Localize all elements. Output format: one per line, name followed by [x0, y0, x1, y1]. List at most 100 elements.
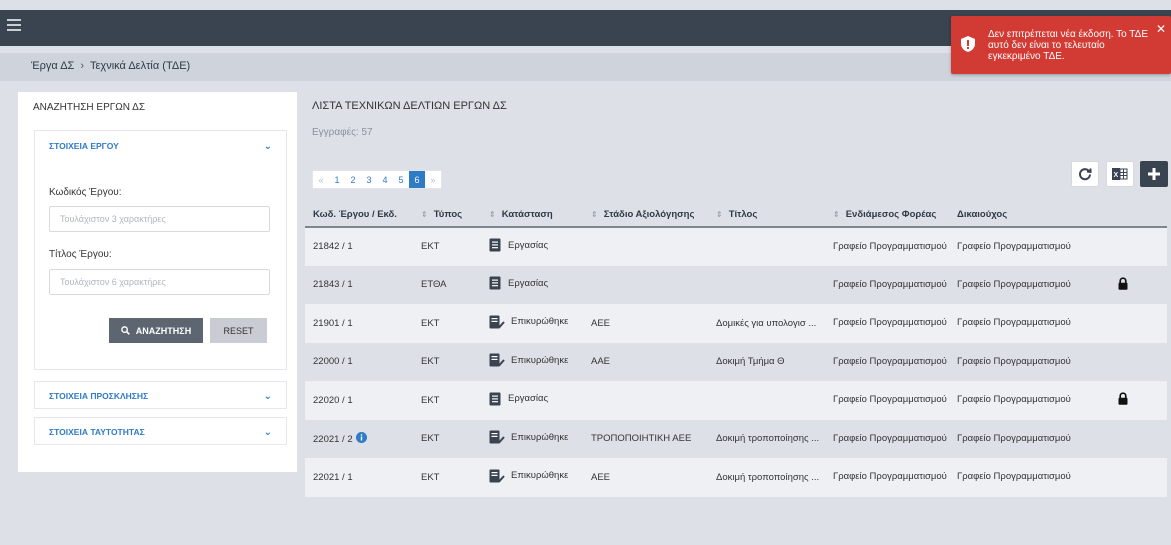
cell-code[interactable]: 22000 / 1 [305, 342, 413, 381]
document-icon [489, 238, 501, 252]
table-row[interactable]: 22021 / 1 ΕΚΤ Επικυρώθηκε ΑΕΕ Δοκιμή τροποπο… [305, 458, 1167, 497]
document-check-icon [489, 430, 505, 444]
cell-actions [1081, 304, 1167, 343]
pagination-prev[interactable]: « [313, 171, 329, 188]
bulletins-table: Κωδ. Έργου / Εκδ. ⇕ Τύπος ⇕ Κατάσταση ⇕ Στά… [305, 203, 1167, 497]
pagination-next[interactable]: » [425, 171, 441, 188]
cell-title: Δοκιμή Τμήμα Θ [708, 342, 825, 381]
status-label: Επικυρώθηκε [511, 354, 569, 366]
table-row[interactable]: 21901 / 1 ΕΚΤ Επικυρώθηκε ΑΕΕ Δομικές για υπ… [305, 304, 1167, 343]
column-header-status[interactable]: ⇕ Κατάσταση [481, 203, 583, 228]
cell-code[interactable]: 22021 / 1 [305, 458, 413, 497]
identity-section-header[interactable]: ΣΤΟΙΧΕΙΑ ΤΑΥΤΟΤΗΤΑΣ ⌄ [35, 418, 286, 446]
document-check-icon [489, 315, 505, 329]
cell-status: Επικυρώθηκε [481, 419, 583, 458]
cell-status: Εργασίας [481, 227, 583, 266]
cell-status: Επικυρώθηκε [481, 458, 583, 497]
column-header-actions [1081, 203, 1167, 228]
column-header-stage[interactable]: ⇕ Στάδιο Αξιολόγησης [583, 203, 708, 228]
cell-actions [1081, 458, 1167, 497]
pagination-page-2[interactable]: 2 [345, 171, 361, 188]
cell-type: ΕΚΤ [413, 419, 481, 458]
cell-title [708, 227, 825, 266]
cell-type: ΕΚΤ [413, 458, 481, 497]
cell-intermediate: Γραφείο Προγραμματισμού [825, 458, 949, 497]
cell-type: ΕΤΘΑ [413, 265, 481, 304]
cell-actions [1081, 265, 1167, 304]
project-section-header[interactable]: ΣΤΟΙΧΕΙΑ ΕΡΓΟΥ ⌄ [35, 131, 286, 161]
sort-icon: ⇕ [591, 210, 598, 219]
cell-code[interactable]: 22021 / 2 [305, 419, 413, 458]
cell-stage: ΑΑΕ [583, 342, 708, 381]
status-label: Εργασίας [508, 239, 549, 251]
cell-beneficiary: Γραφείο Προγραμματισμού [949, 381, 1081, 420]
status-label: Εργασίας [508, 277, 549, 289]
column-header-code[interactable]: Κωδ. Έργου / Εκδ. [305, 203, 413, 228]
document-check-icon [489, 469, 505, 483]
refresh-button[interactable] [1071, 161, 1099, 187]
pagination-page-4[interactable]: 4 [377, 171, 393, 188]
pagination-page-1[interactable]: 1 [329, 171, 345, 188]
cell-status: Εργασίας [481, 381, 583, 420]
sort-icon: ⇕ [489, 210, 496, 219]
sort-icon: ⇕ [833, 210, 840, 219]
project-title-input[interactable]: Τουλάχιστον 6 χαρακτήρες [49, 269, 270, 295]
project-section-title: ΣΤΟΙΧΕΙΑ ΕΡΓΟΥ [49, 141, 119, 151]
invitation-section[interactable]: ΣΤΟΙΧΕΙΑ ΠΡΟΣΚΛΗΣΗΣ ⌄ [34, 381, 287, 409]
cell-code[interactable]: 21842 / 1 [305, 227, 413, 266]
project-code: 21843 / 1 [313, 279, 353, 291]
chevron-down-icon: ⌄ [263, 390, 272, 402]
table-row[interactable]: 22000 / 1 ΕΚΤ Επικυρώθηκε ΑΑΕ Δοκιμή Τμήμα Θ… [305, 342, 1167, 381]
breadcrumb-projects-link[interactable]: Έργα ΔΣ [31, 60, 74, 72]
column-header-title[interactable]: ⇕ Τίτλος [708, 203, 825, 228]
table-row[interactable]: 22020 / 1 ΕΚΤ Εργασίας Γραφείο Προγραμματισ… [305, 381, 1167, 420]
table-header: Κωδ. Έργου / Εκδ. ⇕ Τύπος ⇕ Κατάσταση ⇕ Στά… [305, 203, 1167, 228]
search-button[interactable]: ΑΝΑΖΗΤΗΣΗ [109, 318, 203, 343]
document-check-icon [489, 353, 505, 367]
pagination: « 1 2 3 4 5 6 » [312, 170, 442, 189]
project-code: 21901 / 1 [313, 317, 353, 329]
cell-actions [1081, 419, 1167, 458]
cell-title: Δομικές για υπολογισ ... [708, 304, 825, 343]
toast-close-icon[interactable]: ✕ [1156, 22, 1166, 36]
export-excel-button[interactable]: X [1106, 161, 1134, 187]
table-row[interactable]: 22021 / 2 ΕΚΤ Επικυρώθηκε ΤΡΟΠΟΠΟΙΗΤΙΚΗ ΑΕΕ… [305, 419, 1167, 458]
cell-beneficiary: Γραφείο Προγραμματισμού [949, 419, 1081, 458]
document-icon [489, 276, 501, 290]
project-code-input[interactable]: Τουλάχιστον 3 χαρακτήρες [49, 206, 270, 232]
cell-stage: ΑΕΕ [583, 458, 708, 497]
invitation-section-header[interactable]: ΣΤΟΙΧΕΙΑ ΠΡΟΣΚΛΗΣΗΣ ⌄ [35, 382, 286, 410]
column-header-beneficiary[interactable]: Δικαιούχος [949, 203, 1081, 228]
column-header-type[interactable]: ⇕ Τύπος [413, 203, 481, 228]
pagination-page-3[interactable]: 3 [361, 171, 377, 188]
reset-button-label: RESET [223, 325, 254, 336]
cell-code[interactable]: 22020 / 1 [305, 381, 413, 420]
reset-button[interactable]: RESET [210, 318, 267, 343]
excel-icon: X [1112, 168, 1128, 180]
invitation-section-title: ΣΤΟΙΧΕΙΑ ΠΡΟΣΚΛΗΣΗΣ [49, 391, 149, 401]
add-button[interactable] [1140, 161, 1168, 187]
identity-section[interactable]: ΣΤΟΙΧΕΙΑ ΤΑΥΤΟΤΗΤΑΣ ⌄ [34, 417, 287, 445]
cell-type: ΕΚΤ [413, 342, 481, 381]
cell-status: Εργασίας [481, 265, 583, 304]
shield-alert-icon [961, 36, 975, 52]
cell-intermediate: Γραφείο Προγραμματισμού [825, 227, 949, 266]
cell-code[interactable]: 21843 / 1 [305, 265, 413, 304]
search-panel: ΑΝΑΖΗΤΗΣΗ ΕΡΓΩΝ ΔΣ ΣΤΟΙΧΕΙΑ ΕΡΓΟΥ ⌄ Κωδι… [18, 92, 297, 472]
column-header-intermediate[interactable]: ⇕ Ενδιάμεσος Φορέας [825, 203, 949, 228]
table-row[interactable]: 21842 / 1 ΕΚΤ Εργασίας Γραφείο Προγραμματισ… [305, 227, 1167, 266]
cell-beneficiary: Γραφείο Προγραμματισμού [949, 265, 1081, 304]
status-label: Εργασίας [508, 393, 549, 405]
menu-icon[interactable] [7, 19, 21, 31]
pagination-page-5[interactable]: 5 [393, 171, 409, 188]
cell-code[interactable]: 21901 / 1 [305, 304, 413, 343]
table-row[interactable]: 21843 / 1 ΕΤΘΑ Εργασίας Γραφείο Προγραμματι… [305, 265, 1167, 304]
sort-icon: ⇕ [421, 210, 428, 219]
cell-beneficiary: Γραφείο Προγραμματισμού [949, 227, 1081, 266]
cell-actions [1081, 381, 1167, 420]
cell-stage [583, 227, 708, 266]
pagination-page-6[interactable]: 6 [409, 171, 425, 188]
info-icon[interactable] [355, 432, 367, 444]
identity-section-title: ΣΤΟΙΧΕΙΑ ΤΑΥΤΟΤΗΤΑΣ [49, 427, 145, 437]
cell-intermediate: Γραφείο Προγραμματισμού [825, 304, 949, 343]
